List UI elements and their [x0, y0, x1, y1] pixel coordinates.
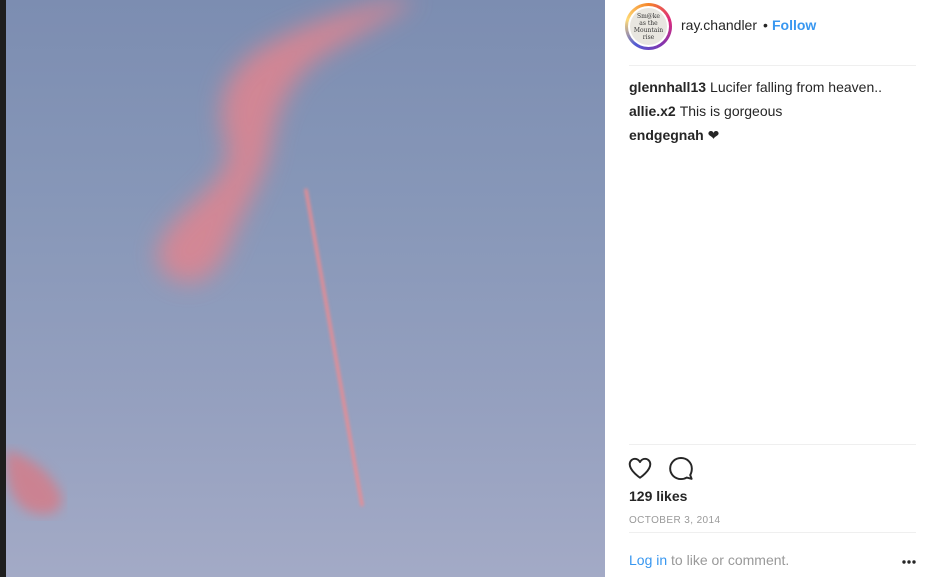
cloud-streak: [157, 0, 416, 283]
avatar-text-line: Sm@ke: [637, 12, 660, 20]
like-button[interactable]: [627, 455, 653, 481]
likes-count[interactable]: 129 likes: [629, 488, 687, 504]
sky-photo-graphic: [6, 0, 416, 515]
avatar-text-line: as the: [639, 19, 658, 27]
post-header: Sm@ke as the Mountain rise ray.chandler …: [605, 0, 937, 65]
comment-text: This is gorgeous: [679, 103, 783, 119]
avatar-image: Sm@ke as the Mountain rise: [630, 8, 667, 45]
comment-item: allie.x2 This is gorgeous: [629, 103, 919, 127]
more-options-button[interactable]: [901, 554, 917, 564]
post-side-panel: Sm@ke as the Mountain rise ray.chandler …: [605, 0, 937, 577]
login-suffix: to like or comment.: [667, 552, 790, 568]
login-prompt: Log in to like or comment.: [629, 552, 789, 568]
header-divider: [629, 65, 916, 66]
comment-item: glennhall13 Lucifer falling from heaven..: [629, 79, 919, 103]
avatar-border: Sm@ke as the Mountain rise: [628, 6, 669, 47]
heart-icon: [628, 457, 652, 479]
comments-list: glennhall13 Lucifer falling from heaven..…: [629, 79, 919, 151]
comment-username[interactable]: endgegnah: [629, 127, 704, 143]
actions-divider: [629, 444, 916, 445]
login-link[interactable]: Log in: [629, 552, 667, 568]
contrail: [304, 188, 364, 507]
comment-username[interactable]: glennhall13: [629, 79, 706, 95]
comment-text: Lucifer falling from heaven..: [710, 79, 883, 95]
comment-icon: [669, 457, 693, 481]
avatar-text-line: Mountain: [633, 26, 664, 34]
footer-divider: [629, 532, 916, 533]
cloud-corner: [6, 450, 62, 515]
comment-username[interactable]: allie.x2: [629, 103, 676, 119]
separator-dot: •: [763, 17, 768, 33]
follow-button[interactable]: Follow: [772, 17, 816, 33]
post-date[interactable]: OCTOBER 3, 2014: [629, 515, 720, 526]
comment-button[interactable]: [668, 455, 694, 481]
comment-text: ❤: [707, 127, 720, 143]
username-link[interactable]: ray.chandler: [681, 17, 757, 33]
comment-item: endgegnah ❤: [629, 127, 919, 151]
post-photo[interactable]: [6, 0, 605, 577]
avatar[interactable]: Sm@ke as the Mountain rise: [625, 3, 672, 50]
avatar-text-line: rise: [642, 33, 655, 41]
more-options-icon: [902, 560, 916, 564]
